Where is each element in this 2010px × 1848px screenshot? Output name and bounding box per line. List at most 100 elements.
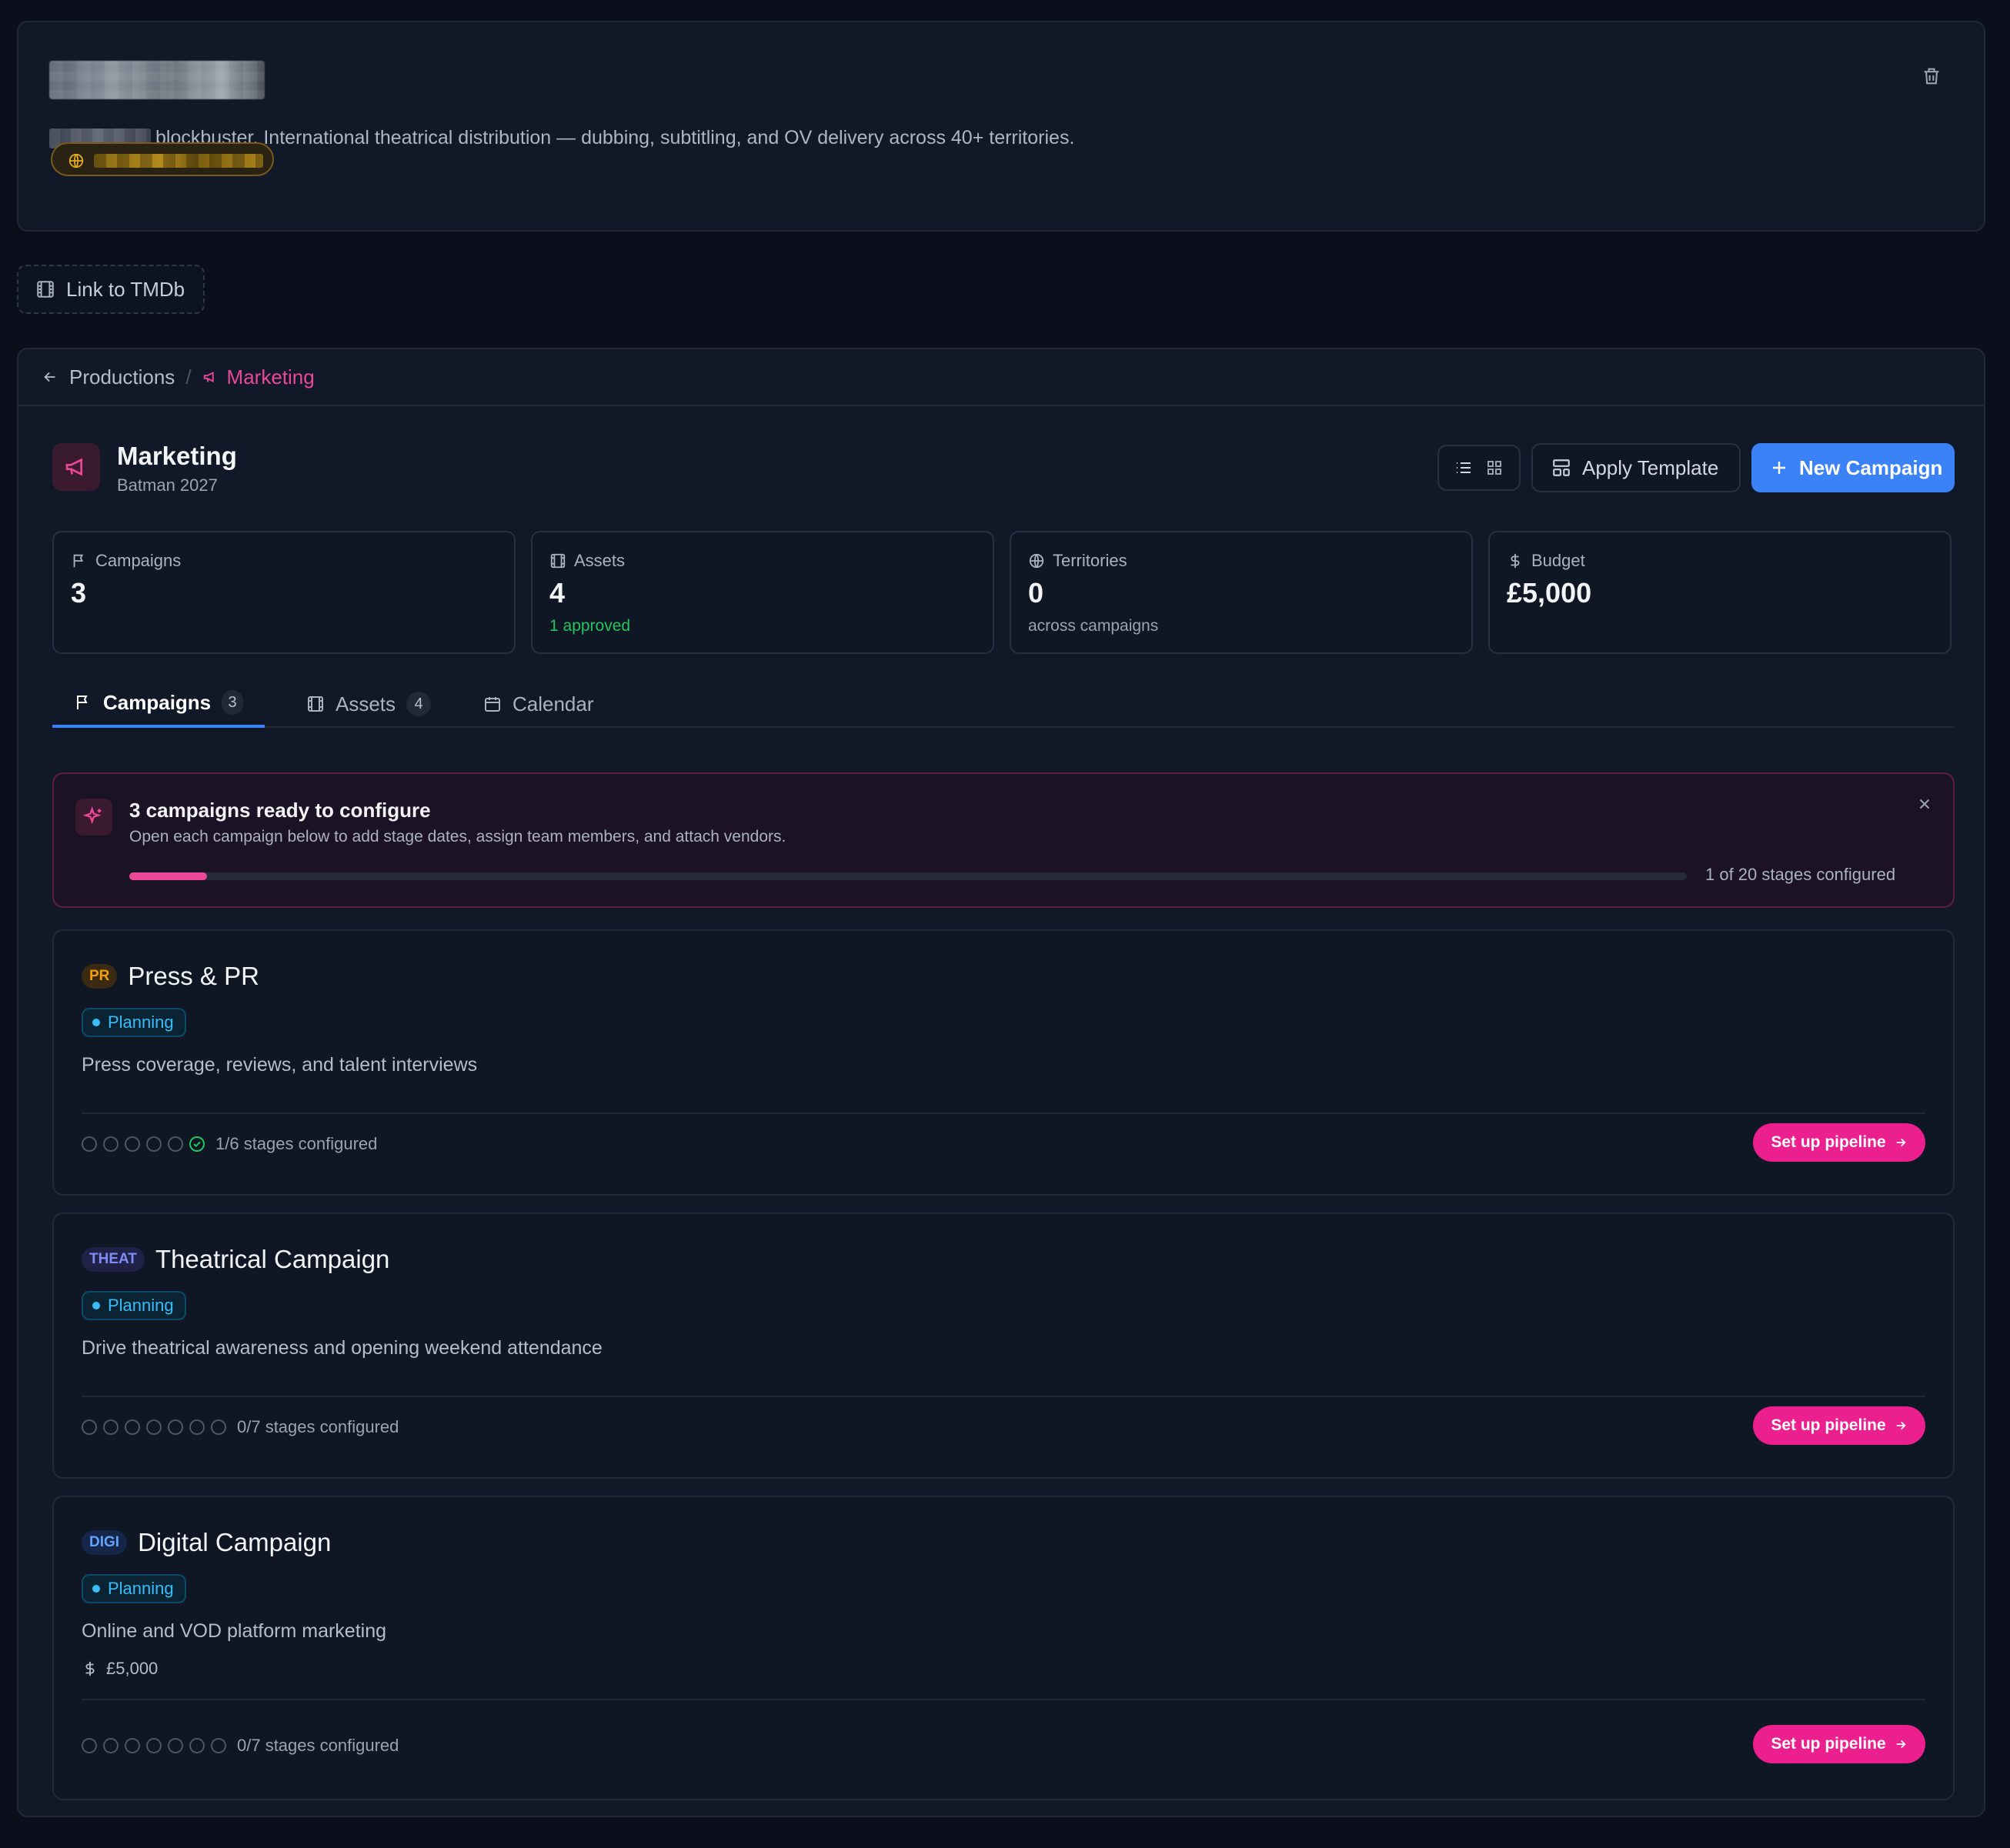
stage-pending-icon [168, 1136, 183, 1152]
stat-assets: Assets 4 1 approved [531, 531, 994, 654]
setup-pipeline-label: Set up pipeline [1771, 1416, 1886, 1434]
breadcrumb: Productions / Marketing [18, 349, 1984, 406]
stage-pending-icon [211, 1419, 226, 1435]
stage-pending-icon [168, 1738, 183, 1753]
campaign-code-badge: PR [82, 964, 118, 989]
dollar-icon [82, 1660, 98, 1677]
stage-pending-icon [125, 1738, 140, 1753]
production-tag-redacted [94, 154, 263, 168]
arrow-left-icon[interactable] [42, 369, 58, 385]
tab-campaigns[interactable]: Campaigns 3 [52, 680, 265, 728]
stage-progress-label: 0/7 stages configured [237, 1736, 399, 1755]
production-title-redacted [49, 61, 265, 99]
page-title: Marketing [117, 442, 237, 470]
stage-pending-icon [168, 1419, 183, 1435]
sparkles-icon [75, 799, 112, 836]
list-view-icon[interactable] [1454, 459, 1473, 477]
campaign-description: Online and VOD platform marketing [82, 1620, 387, 1642]
tab-assets[interactable]: Assets 4 [285, 680, 452, 728]
setup-pipeline-label: Set up pipeline [1771, 1735, 1886, 1753]
stage-progress-label: 1/6 stages configured [215, 1134, 378, 1153]
stat-note: across campaigns [1028, 617, 1159, 635]
setup-pipeline-button[interactable]: Set up pipeline [1753, 1123, 1925, 1162]
apply-template-label: Apply Template [1582, 455, 1719, 479]
stat-budget: Budget £5,000 [1488, 531, 1952, 654]
tab-calendar[interactable]: Calendar [462, 680, 616, 728]
banner-progress-text: 1 of 20 stages configured [1705, 865, 1896, 884]
status-label: Planning [108, 1579, 174, 1598]
tab-bar: Campaigns 3 Assets 4 Calendar [52, 680, 1955, 728]
production-header-card: blockbuster. International theatrical di… [17, 21, 1985, 232]
template-icon [1551, 458, 1571, 478]
banner-progress-fill [129, 872, 208, 880]
stat-value: 3 [71, 577, 87, 609]
new-campaign-label: New Campaign [1799, 455, 1943, 479]
production-tag-pill[interactable] [51, 142, 274, 176]
setup-pipeline-button[interactable]: Set up pipeline [1753, 1725, 1925, 1763]
banner-title: 3 campaigns ready to configure [129, 799, 431, 822]
setup-pipeline-label: Set up pipeline [1771, 1133, 1886, 1151]
globe-icon [68, 152, 85, 169]
link-tmdb-label: Link to TMDb [66, 277, 185, 301]
new-campaign-button[interactable]: New Campaign [1751, 443, 1955, 492]
stat-value: 0 [1028, 577, 1044, 609]
grid-view-icon[interactable] [1485, 459, 1504, 477]
stage-progress: 0/7 stages configured [82, 1736, 399, 1756]
stage-pending-icon [211, 1738, 226, 1753]
view-toggle [1437, 445, 1521, 491]
tab-label: Campaigns [103, 690, 212, 714]
setup-pipeline-button[interactable]: Set up pipeline [1753, 1406, 1925, 1445]
stage-pending-icon [103, 1419, 119, 1435]
stage-pending-icon [82, 1419, 97, 1435]
trash-icon[interactable] [1921, 65, 1942, 87]
status-badge: Planning [82, 1008, 186, 1037]
stat-value: £5,000 [1507, 577, 1592, 609]
campaign-card-press[interactable]: PR Press & PR Planning Press coverage, r… [52, 929, 1955, 1196]
stage-pending-icon [189, 1419, 205, 1435]
status-badge: Planning [82, 1291, 186, 1320]
stage-pending-icon [103, 1136, 119, 1152]
arrow-right-icon [1894, 1737, 1908, 1751]
apply-template-button[interactable]: Apply Template [1531, 443, 1741, 492]
stage-pending-icon [189, 1738, 205, 1753]
status-label: Planning [108, 1296, 174, 1315]
campaign-description: Press coverage, reviews, and talent inte… [82, 1054, 478, 1076]
breadcrumb-marketing: Marketing [202, 365, 315, 389]
tab-label: Calendar [513, 692, 594, 716]
stat-territories: Territories 0 across campaigns [1010, 531, 1473, 654]
flag-icon [71, 552, 88, 569]
close-icon[interactable] [1916, 796, 1933, 812]
link-tmdb-button[interactable]: Link to TMDb [17, 265, 205, 314]
stat-value: 4 [549, 577, 566, 609]
breadcrumb-productions[interactable]: Productions [69, 365, 175, 389]
campaign-description: Drive theatrical awareness and opening w… [82, 1337, 603, 1359]
campaign-code-badge: THEAT [82, 1247, 145, 1272]
stage-pending-icon [125, 1136, 140, 1152]
stage-pending-icon [125, 1419, 140, 1435]
stage-pending-icon [146, 1419, 162, 1435]
stat-label: Territories [1053, 551, 1127, 570]
stage-pending-icon [146, 1738, 162, 1753]
campaign-card-theatrical[interactable]: THEAT Theatrical Campaign Planning Drive… [52, 1213, 1955, 1479]
campaign-name: Theatrical Campaign [155, 1245, 390, 1273]
arrow-right-icon [1894, 1419, 1908, 1433]
campaign-card-digital[interactable]: DIGI Digital Campaign Planning Online an… [52, 1496, 1955, 1800]
globe-icon [1028, 552, 1045, 569]
banner-progress-track [129, 872, 1687, 880]
campaign-budget-value: £5,000 [106, 1659, 159, 1678]
stage-progress: 0/7 stages configured [82, 1417, 399, 1437]
film-icon [35, 279, 55, 299]
breadcrumb-separator: / [185, 365, 192, 389]
banner-subtitle: Open each campaign below to add stage da… [129, 828, 786, 846]
arrow-right-icon [1894, 1136, 1908, 1149]
stage-done-icon [189, 1136, 205, 1152]
marketing-panel: Productions / Marketing Marketing Batman… [17, 348, 1985, 1817]
breadcrumb-current-label: Marketing [226, 365, 315, 389]
tab-count: 3 [222, 690, 243, 715]
calendar-icon [483, 695, 502, 713]
stage-pending-icon [82, 1136, 97, 1152]
page-subtitle: Batman 2027 [117, 475, 218, 495]
stat-label: Campaigns [95, 551, 182, 570]
production-description: blockbuster. International theatrical di… [155, 127, 1075, 148]
stage-progress: 1/6 stages configured [82, 1134, 377, 1154]
